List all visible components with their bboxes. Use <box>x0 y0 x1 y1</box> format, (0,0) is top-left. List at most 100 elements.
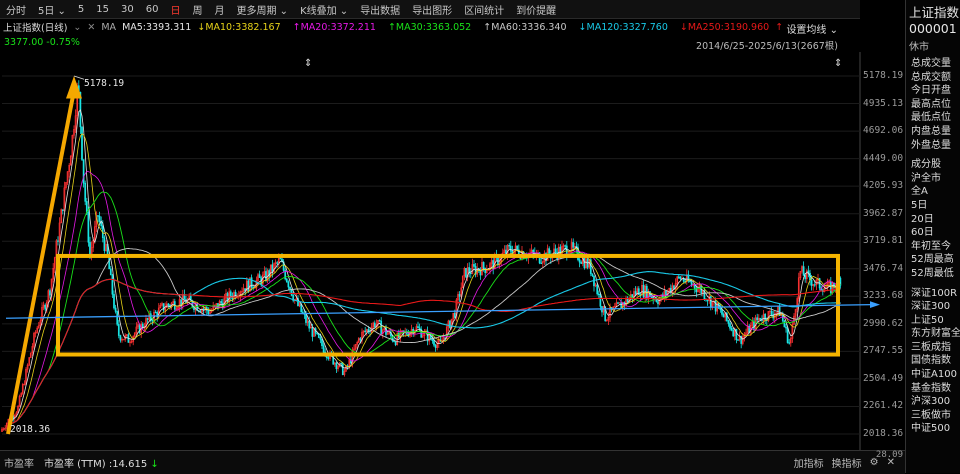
candle-body <box>108 255 111 270</box>
candle-body <box>509 245 512 252</box>
sidebar-item[interactable]: 基金指数 <box>906 382 960 396</box>
sidebar-item[interactable]: 最低点位 <box>906 111 960 125</box>
candle-body <box>642 284 645 298</box>
ma-line <box>1 171 841 430</box>
candle-body <box>316 332 319 335</box>
sidebar-item[interactable]: 52周最高 <box>906 253 960 267</box>
sidebar-item[interactable]: 内盘总量 <box>906 125 960 139</box>
candle-body <box>327 357 330 359</box>
price-tick-label: 4205.93 <box>863 180 904 192</box>
candle-body <box>813 284 816 286</box>
candle-body <box>113 294 115 309</box>
sidebar-item[interactable]: 5日 <box>906 199 960 213</box>
right-sidebar: 上证指数 000001 休市 总成交量 总成交额 今日开盘 最高点位 最低点位 内盘总量外… <box>905 0 960 473</box>
candle-body <box>580 262 583 264</box>
candle-body <box>418 327 421 330</box>
candle-body <box>540 262 543 265</box>
price-tick-label: 3962.87 <box>863 207 904 219</box>
candle-body <box>116 311 119 325</box>
sidebar-item[interactable]: 上证50 <box>906 314 960 328</box>
sidebar-item[interactable]: 三板做市 <box>906 409 960 423</box>
candle-body <box>57 240 59 242</box>
candle-body <box>596 284 599 295</box>
candle-body <box>103 237 106 251</box>
candle-body <box>154 311 157 314</box>
candle-body <box>122 338 125 341</box>
ma-line <box>1 271 841 430</box>
sidebar-item[interactable]: 成分股 <box>906 158 960 172</box>
candle-body <box>394 341 397 346</box>
add-indicator-button[interactable]: 加指标 <box>794 455 824 470</box>
candle-body <box>44 304 47 310</box>
candle-body <box>719 308 722 310</box>
candle-body <box>207 310 210 314</box>
candle-body <box>617 302 619 304</box>
candlestick-chart[interactable] <box>0 0 905 450</box>
price-tick-label: 4935.13 <box>863 97 904 109</box>
candle-body <box>322 345 325 353</box>
candle-body <box>469 272 472 275</box>
candle-body <box>109 268 112 276</box>
ma-line <box>1 109 841 430</box>
candle-body <box>82 159 85 184</box>
sidebar-item[interactable]: 沪全市 <box>906 172 960 186</box>
sidebar-item[interactable]: 60日 <box>906 226 960 240</box>
sidebar-item[interactable]: 中证500 <box>906 422 960 436</box>
sidebar-item[interactable]: 全A <box>906 185 960 199</box>
candle-body <box>786 327 789 343</box>
sidebar-item[interactable]: 年初至今 <box>906 240 960 254</box>
price-tick-label: 4449.00 <box>863 152 904 164</box>
candle-body <box>689 280 691 283</box>
trend-line <box>5 304 873 319</box>
candle-body <box>151 319 154 322</box>
candle-body <box>788 342 791 344</box>
candle-body <box>657 301 659 305</box>
candle-body <box>730 328 733 331</box>
candle-body <box>98 215 101 222</box>
indicator-bar: 市盈率 市盈率 (TTM) :14.615 ↓ 加指标 换指标 ⚙ ✕ 28.0… <box>0 450 905 474</box>
candle-body <box>364 330 367 332</box>
candle-body <box>709 296 712 308</box>
candle-body <box>597 293 600 295</box>
sidebar-item[interactable]: 总成交额 <box>906 71 960 85</box>
candle-body <box>433 340 435 346</box>
candle-body <box>706 299 709 302</box>
change-indicator-button[interactable]: 换指标 <box>832 455 862 470</box>
scroll-right-icon[interactable]: ⇕ <box>834 58 842 69</box>
sidebar-item[interactable]: 深证100R <box>906 287 960 301</box>
candle-body <box>665 290 667 296</box>
sidebar-item[interactable]: 20日 <box>906 213 960 227</box>
price-tick-label: 4692.06 <box>863 125 904 137</box>
candle-body <box>770 310 773 316</box>
sidebar-item[interactable]: 最高点位 <box>906 98 960 112</box>
price-tick-label: 2747.55 <box>863 345 904 357</box>
candle-body <box>167 303 170 306</box>
candle-body <box>146 318 149 320</box>
candle-body <box>453 312 456 318</box>
candle-body <box>759 317 762 321</box>
sidebar-item[interactable]: 国债指数 <box>906 354 960 368</box>
sidebar-item[interactable]: 三板成指 <box>906 341 960 355</box>
candle-body <box>785 326 787 329</box>
candle-body <box>119 335 122 341</box>
low-label: 2018.36 <box>10 424 51 435</box>
sidebar-item[interactable]: 深证300 <box>906 300 960 314</box>
index-code: 000001 <box>909 21 957 36</box>
candle-body <box>781 314 784 322</box>
price-tick-label: 2990.62 <box>863 317 904 329</box>
sidebar-item[interactable]: 总成交量 <box>906 57 960 71</box>
pe-tab[interactable]: 市盈率 <box>4 455 34 470</box>
price-tick-label: 3719.81 <box>863 235 904 247</box>
candle-body <box>829 281 832 294</box>
sidebar-item[interactable]: 今日开盘 <box>906 84 960 98</box>
sidebar-item[interactable]: 52周最低 <box>906 267 960 281</box>
price-tick-label: 3233.68 <box>863 290 904 302</box>
candle-body <box>305 314 307 323</box>
price-tick-label: 2504.49 <box>863 372 904 384</box>
sidebar-item[interactable]: 沪深300 <box>906 395 960 409</box>
sidebar-item[interactable]: 中证A100 <box>906 368 960 382</box>
sidebar-item[interactable]: 东方财富全A <box>906 327 960 341</box>
sidebar-item[interactable]: 外盘总量 <box>906 139 960 153</box>
candle-body <box>721 309 723 315</box>
scroll-up-icon[interactable]: ⇕ <box>304 58 312 69</box>
